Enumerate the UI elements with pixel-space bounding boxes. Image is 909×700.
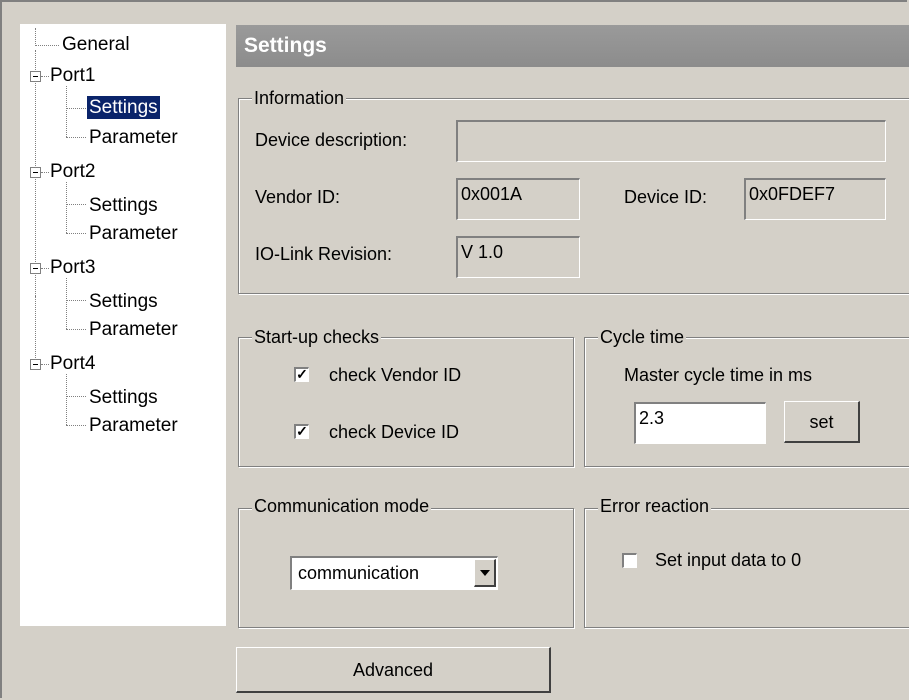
tree-connector <box>35 45 59 46</box>
tree-connector <box>66 300 86 301</box>
advanced-button[interactable]: Advanced <box>236 647 551 693</box>
collapse-icon[interactable] <box>30 359 41 370</box>
tree-item-port2-settings[interactable]: Settings <box>89 194 158 217</box>
tree-connector <box>35 296 36 360</box>
tree-connector <box>66 86 67 137</box>
tree-item-port1-settings[interactable]: Settings <box>86 95 161 120</box>
startup-checks-title: Start-up checks <box>252 327 382 347</box>
tree-connector <box>66 108 86 109</box>
iolink-revision-label: IO-Link Revision: <box>255 244 393 264</box>
error-reaction-title: Error reaction <box>598 496 712 516</box>
iolink-revision-field[interactable]: V 1.0 <box>456 236 580 278</box>
tree-item-port3-settings[interactable]: Settings <box>89 290 158 313</box>
collapse-icon[interactable] <box>30 167 41 178</box>
checkmark-icon: ✓ <box>296 423 308 439</box>
check-vendor-label[interactable]: check Vendor ID <box>329 364 461 386</box>
tree-item-port1-parameter[interactable]: Parameter <box>89 126 178 149</box>
tree-connector <box>41 76 49 77</box>
tree-connector <box>66 233 86 234</box>
tree-item-port2[interactable]: Port2 <box>50 160 95 183</box>
tree-item-port2-parameter[interactable]: Parameter <box>89 222 178 245</box>
check-vendor-checkbox[interactable]: ✓ <box>294 367 309 382</box>
communication-mode-title: Communication mode <box>252 496 432 516</box>
vendor-id-label: Vendor ID: <box>255 187 341 207</box>
device-id-field[interactable]: 0x0FDEF7 <box>744 178 886 220</box>
communication-mode-select[interactable]: communication <box>290 556 498 590</box>
device-id-label: Device ID: <box>624 187 708 207</box>
information-group-title: Information <box>252 88 347 108</box>
tree-item-port4-parameter[interactable]: Parameter <box>89 414 178 437</box>
tree-connector <box>66 329 86 330</box>
tree-item-port4-settings[interactable]: Settings <box>89 386 158 409</box>
device-description-field[interactable] <box>456 120 886 162</box>
tree-connector <box>66 396 86 397</box>
dropdown-arrow-icon[interactable] <box>474 559 496 587</box>
tree-connector <box>66 374 67 425</box>
master-cycle-time-label: Master cycle time in ms <box>624 365 813 385</box>
set-input-zero-label[interactable]: Set input data to 0 <box>655 549 801 571</box>
check-device-label[interactable]: check Device ID <box>329 421 459 443</box>
communication-mode-value: communication <box>298 563 420 583</box>
device-description-label: Device description: <box>255 130 408 150</box>
tree-connector <box>66 425 86 426</box>
tree-connector <box>41 364 49 365</box>
cycle-time-title: Cycle time <box>598 327 687 347</box>
tree-item-port3[interactable]: Port3 <box>50 256 95 279</box>
tree-connector <box>66 182 67 233</box>
tree-item-port4[interactable]: Port4 <box>50 352 95 375</box>
tree-item-port1[interactable]: Port1 <box>50 64 95 87</box>
check-device-checkbox[interactable]: ✓ <box>294 424 309 439</box>
tree-connector <box>35 28 36 46</box>
tree-item-port3-parameter[interactable]: Parameter <box>89 318 178 341</box>
navigation-tree[interactable]: General Port1 Settings Parameter Port2 S… <box>20 24 226 626</box>
master-cycle-time-input[interactable]: 2.3 <box>634 402 766 444</box>
tree-connector <box>66 278 67 329</box>
collapse-icon[interactable] <box>30 71 41 82</box>
page-title: Settings <box>236 25 909 67</box>
tree-item-general[interactable]: General <box>62 33 130 56</box>
vendor-id-field[interactable]: 0x001A <box>456 178 580 220</box>
set-button[interactable]: set <box>784 401 860 443</box>
tree-connector <box>66 137 86 138</box>
set-input-zero-checkbox[interactable] <box>622 553 637 568</box>
tree-connector <box>41 172 49 173</box>
startup-checks-group <box>238 337 574 467</box>
tree-connector <box>66 204 86 205</box>
collapse-icon[interactable] <box>30 263 41 274</box>
tree-connector <box>41 268 49 269</box>
checkmark-icon: ✓ <box>296 366 308 382</box>
